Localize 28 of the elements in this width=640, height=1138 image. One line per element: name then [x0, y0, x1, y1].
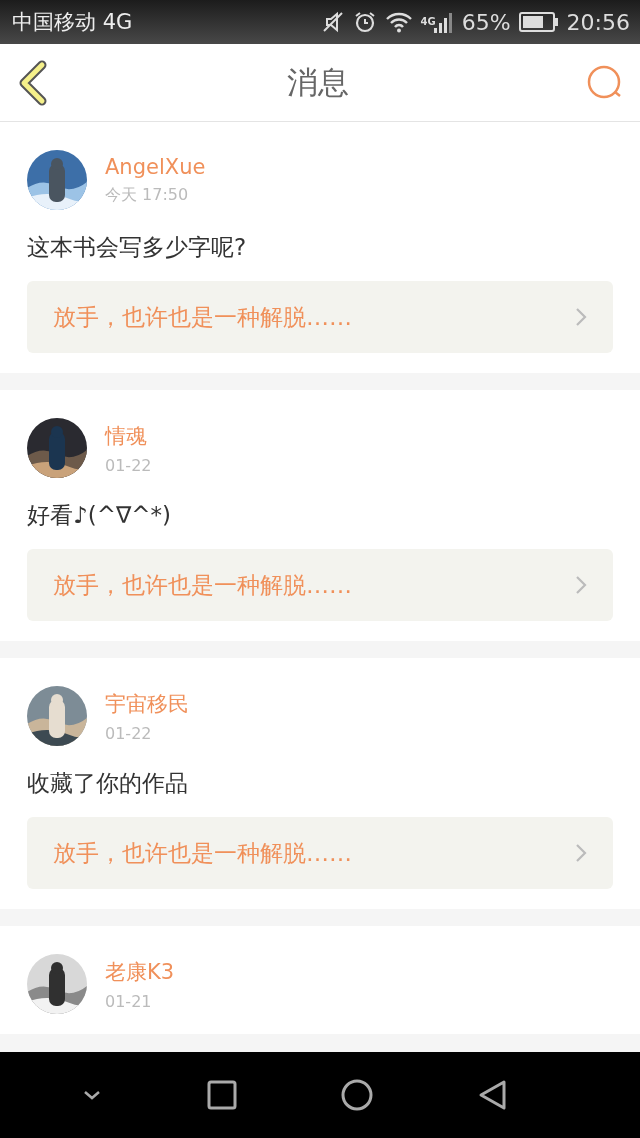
message-time: 今天 17:50: [105, 184, 190, 206]
message-time: 01-22: [105, 723, 153, 743]
user-name[interactable]: 老康K3: [105, 957, 175, 986]
message-text: 好看♪(^∇^*): [27, 501, 173, 530]
message-text: 收藏了你的作品: [27, 769, 189, 798]
chevron-icon: [575, 843, 587, 863]
message-time: 01-21: [105, 991, 153, 1011]
wifi-icon: [384, 11, 413, 33]
signal-icon: [433, 11, 454, 33]
chevron-icon: [575, 575, 587, 595]
quoted-work-link[interactable]: 放手，也许也是一种解脱……: [27, 817, 613, 889]
page-title: 消息: [287, 62, 349, 102]
battery-percent: 65%: [461, 9, 511, 35]
carrier-name: 中国移动 4G: [12, 9, 133, 36]
user-name[interactable]: 宇宙移民: [105, 689, 189, 718]
message-text: 这本书会写多少字呢?: [27, 233, 248, 262]
recents-button[interactable]: [206, 1080, 237, 1110]
home-button[interactable]: [341, 1079, 374, 1111]
message-time: 01-22: [105, 455, 152, 475]
battery-icon: [518, 12, 559, 32]
user-name[interactable]: 情魂: [105, 421, 152, 450]
chevron-icon: [575, 307, 587, 327]
clock: 20:56: [566, 9, 630, 35]
quoted-work-link[interactable]: 放手，也许也是一种解脱……: [27, 549, 613, 621]
back-nav-button[interactable]: [477, 1079, 508, 1111]
user-name[interactable]: AngelXue: [105, 154, 206, 179]
network-label: 4G: [420, 15, 436, 27]
quoted-work-link[interactable]: 放手，也许也是一种解脱……: [27, 281, 613, 353]
